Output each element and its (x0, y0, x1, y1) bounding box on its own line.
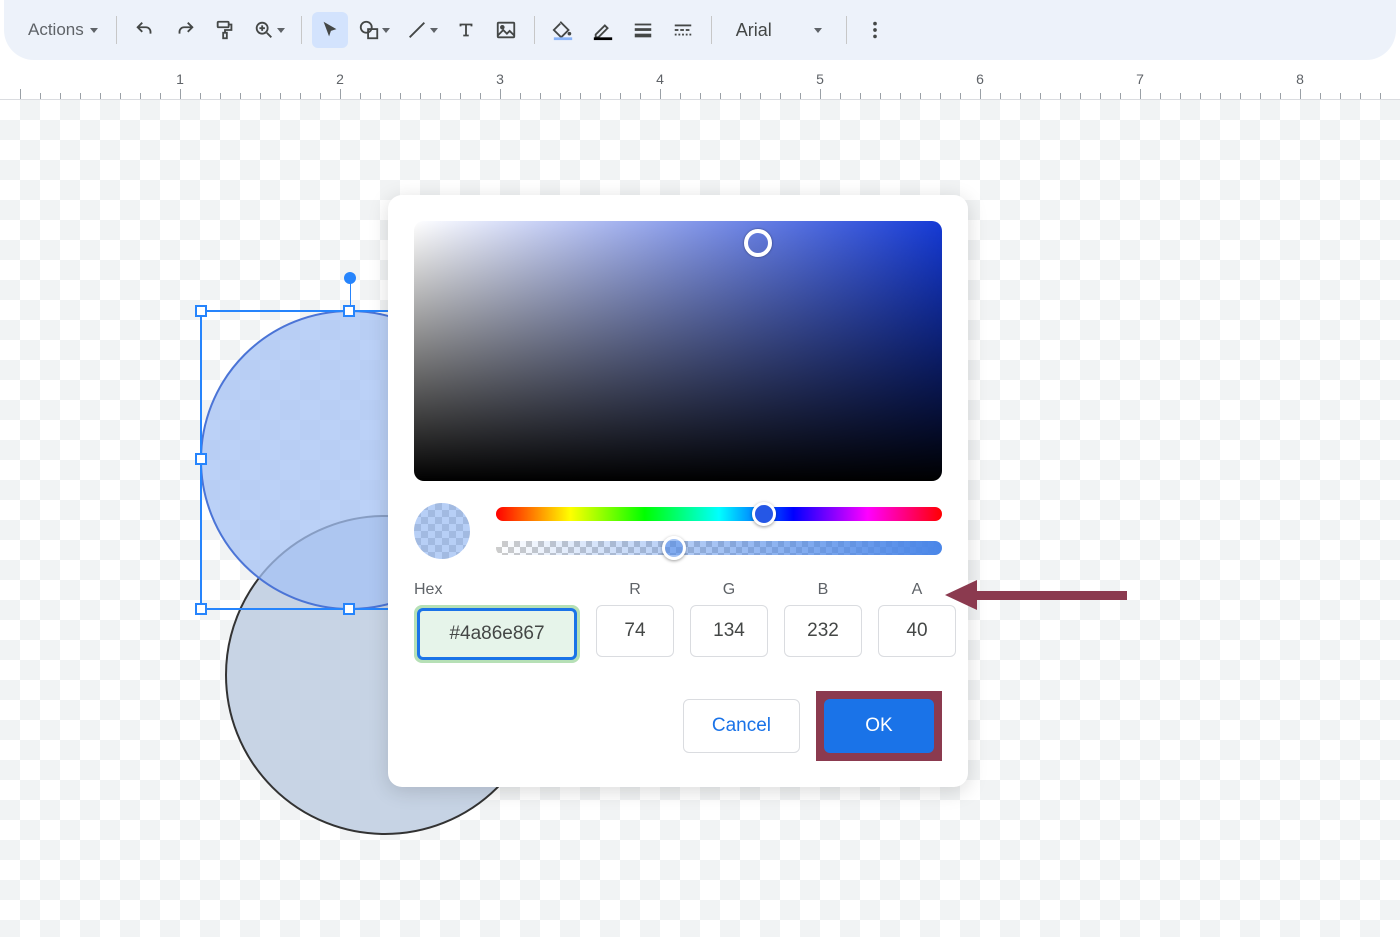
undo-button[interactable] (127, 12, 163, 48)
annotation-arrow (945, 580, 1127, 610)
fill-color-button[interactable] (545, 12, 581, 48)
ruler-label: 7 (1136, 71, 1144, 87)
border-dash-button[interactable] (665, 12, 701, 48)
caret-down-icon (814, 28, 822, 33)
overflow-menu[interactable] (857, 12, 893, 48)
shapes-icon (358, 19, 380, 41)
alpha-slider[interactable] (496, 541, 942, 555)
ok-button[interactable]: OK (824, 699, 934, 753)
g-input[interactable] (690, 605, 768, 657)
redo-icon (174, 19, 196, 41)
separator (711, 16, 712, 44)
hex-input[interactable] (417, 608, 577, 660)
border-weight-button[interactable] (625, 12, 661, 48)
border-color-button[interactable] (585, 12, 621, 48)
actions-menu[interactable]: Actions (20, 12, 106, 48)
a-input[interactable] (878, 605, 956, 657)
text-icon (455, 19, 477, 41)
g-label: G (723, 581, 735, 599)
horizontal-ruler: 1 2 3 4 5 6 7 8 (0, 70, 1400, 100)
select-tool[interactable] (312, 12, 348, 48)
color-picker-dialog: Hex R G B A Cancel (388, 195, 968, 787)
line-tool[interactable] (400, 12, 444, 48)
font-name: Arial (736, 20, 772, 41)
redo-button[interactable] (167, 12, 203, 48)
font-family-select[interactable]: Arial (722, 20, 836, 41)
paint-format-button[interactable] (207, 12, 243, 48)
cancel-button[interactable]: Cancel (683, 699, 800, 753)
cursor-icon (319, 19, 341, 41)
actions-label: Actions (28, 20, 84, 40)
image-icon (495, 19, 517, 41)
alpha-thumb[interactable] (662, 536, 686, 560)
separator (534, 16, 535, 44)
ruler-label: 1 (176, 71, 184, 87)
caret-down-icon (90, 28, 98, 33)
ruler-label: 5 (816, 71, 824, 87)
a-label: A (912, 581, 923, 599)
ruler-label: 3 (496, 71, 504, 87)
fill-bucket-icon (552, 19, 574, 41)
ruler-label: 4 (656, 71, 664, 87)
hue-slider[interactable] (496, 507, 942, 521)
color-preview-swatch (414, 503, 470, 559)
arrow-head-icon (945, 580, 977, 610)
ruler-label: 6 (976, 71, 984, 87)
separator (116, 16, 117, 44)
paint-roller-icon (214, 19, 236, 41)
undo-icon (134, 19, 156, 41)
ok-button-highlight: OK (816, 691, 942, 761)
sb-cursor[interactable] (744, 229, 772, 257)
textbox-tool[interactable] (448, 12, 484, 48)
b-label: B (818, 581, 829, 599)
image-tool[interactable] (488, 12, 524, 48)
r-label: R (629, 581, 641, 599)
caret-down-icon (430, 28, 438, 33)
shape-tool[interactable] (352, 12, 396, 48)
separator (846, 16, 847, 44)
drawing-canvas[interactable]: Hex R G B A Cancel (0, 100, 1400, 937)
caret-down-icon (382, 28, 390, 33)
r-input[interactable] (596, 605, 674, 657)
pencil-icon (592, 19, 614, 41)
saturation-brightness-area[interactable] (414, 221, 942, 481)
ruler-label: 2 (336, 71, 344, 87)
hex-input-highlight (414, 605, 580, 663)
separator (301, 16, 302, 44)
zoom-icon (253, 19, 275, 41)
hue-thumb[interactable] (752, 502, 776, 526)
b-input[interactable] (784, 605, 862, 657)
line-dash-icon (672, 19, 694, 41)
more-vert-icon (864, 19, 886, 41)
line-icon (406, 19, 428, 41)
caret-down-icon (277, 28, 285, 33)
hex-label: Hex (414, 581, 442, 599)
zoom-button[interactable] (247, 12, 291, 48)
ruler-label: 8 (1296, 71, 1304, 87)
arrow-shaft (977, 591, 1127, 600)
line-weight-icon (632, 19, 654, 41)
toolbar: Actions (4, 0, 1396, 60)
